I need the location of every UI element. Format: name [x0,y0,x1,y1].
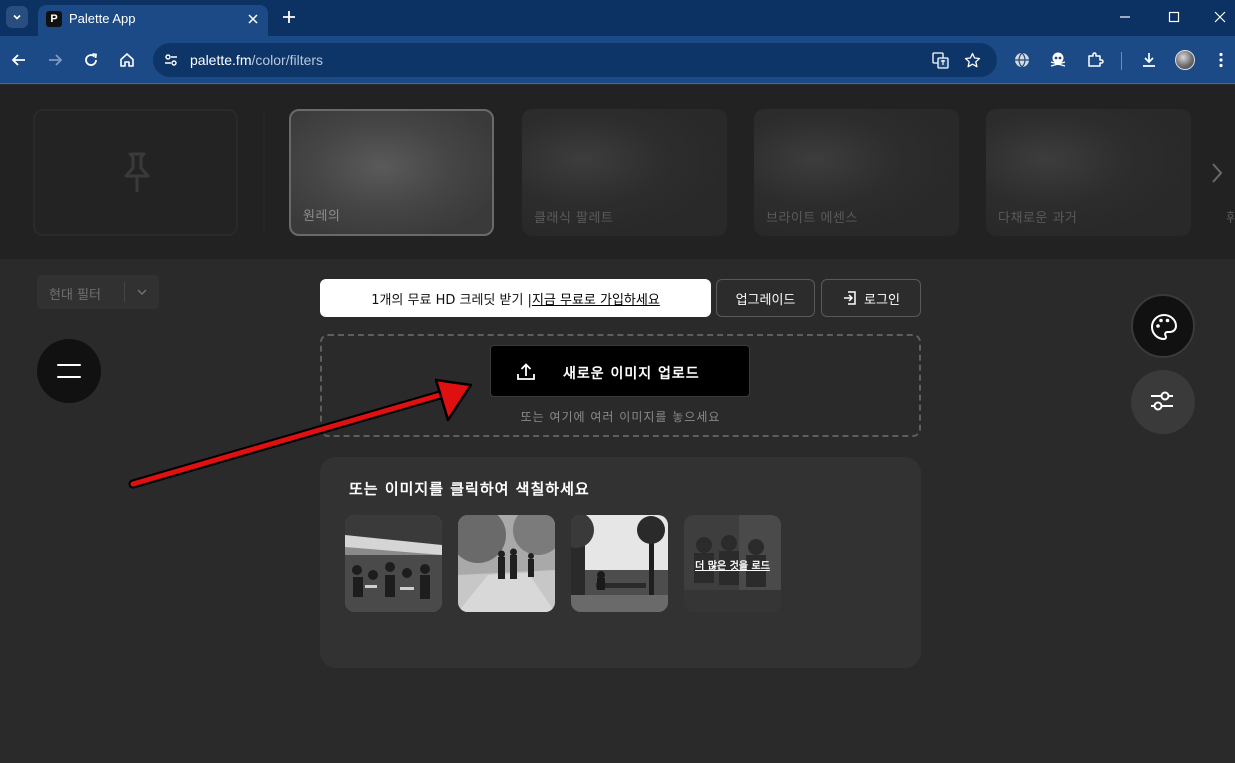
close-icon[interactable] [246,12,260,26]
credit-notice-text: 1개의 무료 HD 크레딧 받기 | [371,292,532,308]
menu-button[interactable] [37,339,101,403]
filter-card-colorful-past[interactable]: 다채로운 과거 [986,109,1191,236]
filter-card-label: 다채로운 과거 [998,211,1078,226]
sample-images-title: 또는 이미지를 클릭하여 색칠하세요 [349,480,590,498]
browser-tab-bar: P Palette App [0,0,1235,36]
back-arrow-icon[interactable] [10,51,28,69]
new-tab-icon[interactable] [281,9,297,25]
palette-button[interactable] [1131,294,1195,358]
extensions-puzzle-icon[interactable] [1086,51,1104,69]
url-text: palette.fm/color/filters [190,52,323,68]
login-button[interactable]: 로그인 [821,279,921,317]
url-host: palette.fm [190,52,252,68]
filter-card-label-partial: 휘 [1226,211,1235,226]
translate-icon[interactable] [932,52,949,69]
load-more-label[interactable]: 더 많은 것을 로드 [684,557,781,572]
filter-mode-label: 현대 필터 [49,288,101,303]
filter-card-label: 원레의 [303,209,341,224]
filter-card-classic-palette[interactable]: 클래식 팔레트 [522,109,727,236]
filter-strip: 원레의 클래식 팔레트 브라이트 에센스 다채로운 과거 휘 [0,85,1235,259]
filter-card-pinned[interactable] [33,109,238,236]
forward-arrow-icon[interactable] [46,51,64,69]
bookmark-star-icon[interactable] [964,52,981,69]
filter-strip-divider [263,109,265,236]
home-icon[interactable] [118,51,136,69]
upload-image-button[interactable]: 새로운 이미지 업로드 [490,345,750,397]
upload-icon [517,363,535,380]
minimize-icon[interactable] [1117,9,1133,25]
chevron-down-icon [137,289,147,296]
skull-extension-icon[interactable] [1049,51,1067,69]
globe-extension-icon[interactable] [1013,51,1031,69]
filter-card-bright-essence[interactable]: 브라이트 에센스 [754,109,959,236]
free-credit-banner: 1개의 무료 HD 크레딧 받기 | 지금 무료로 가입하세요 [320,279,711,317]
more-vertical-icon[interactable] [1212,51,1230,69]
hamburger-icon [57,364,81,366]
login-label: 로그인 [864,292,900,308]
window-close-icon[interactable] [1212,9,1228,25]
sample-image-cafe[interactable] [345,515,442,612]
profile-avatar[interactable] [1175,50,1195,70]
filter-mode-select[interactable]: 현대 필터 [37,275,159,309]
browser-tab[interactable]: P Palette App [38,5,268,36]
login-icon [844,291,856,305]
sample-image-river-view[interactable] [571,515,668,612]
site-info-icon[interactable] [163,52,179,68]
address-bar[interactable]: palette.fm/color/filters [153,43,997,77]
filter-card-label: 브라이트 에센스 [766,211,858,226]
chevron-down-icon [13,14,21,20]
tab-search-button[interactable] [6,6,28,28]
select-divider [124,282,125,302]
palette-favicon-icon: P [46,11,62,27]
pin-icon [124,152,150,192]
chevron-right-icon[interactable] [1208,161,1226,185]
reload-icon[interactable] [82,51,100,69]
filter-card-label: 클래식 팔레트 [534,211,614,226]
filter-card-original[interactable]: 원레의 [289,109,494,236]
upgrade-button[interactable]: 업그레이드 [716,279,815,317]
signup-link[interactable]: 지금 무료로 가입하세요 [532,289,660,308]
toolbar-divider [1121,52,1122,70]
browser-toolbar: palette.fm/color/filters [0,36,1235,84]
adjustments-button[interactable] [1131,370,1195,434]
hamburger-icon-line [57,376,81,378]
sliders-icon [1151,391,1173,411]
drop-hint-text: 또는 여기에 여러 이미지를 놓으세요 [520,410,721,424]
load-more-samples[interactable]: 더 많은 것을 로드 [684,515,781,612]
upload-label: 새로운 이미지 업로드 [563,366,700,382]
download-icon[interactable] [1140,51,1158,69]
url-path: /color/filters [251,52,324,68]
upgrade-label: 업그레이드 [735,292,796,308]
sample-images-panel: 또는 이미지를 클릭하여 색칠하세요 더 많은 것을 로드 [320,457,921,668]
maximize-icon[interactable] [1166,9,1182,25]
palette-icon [1151,314,1177,340]
sample-image-park-walk[interactable] [458,515,555,612]
tab-title: Palette App [69,11,136,26]
